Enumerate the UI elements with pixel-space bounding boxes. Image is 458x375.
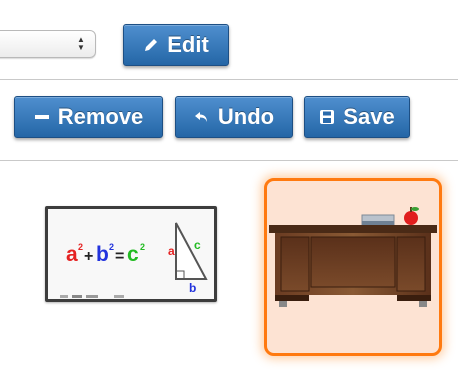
save-button[interactable]: Save <box>304 96 410 138</box>
edit-label: Edit <box>167 32 209 57</box>
svg-text:a: a <box>168 244 175 258</box>
remove-button[interactable]: Remove <box>14 96 163 138</box>
remove-label: Remove <box>57 104 144 129</box>
whiteboard-tile[interactable]: a 2 + b 2 = c 2 a c b <box>45 206 217 302</box>
svg-text:2: 2 <box>140 242 145 252</box>
select-arrows-icon: ▲ ▼ <box>77 35 85 52</box>
undo-icon <box>194 109 210 125</box>
svg-text:c: c <box>127 243 139 266</box>
undo-label: Undo <box>217 104 275 129</box>
svg-text:b: b <box>96 243 109 266</box>
save-icon <box>319 109 335 125</box>
whiteboard-image: a 2 + b 2 = c 2 a c b <box>48 209 214 299</box>
minus-icon <box>34 109 50 125</box>
svg-text:2: 2 <box>78 242 83 252</box>
object-select[interactable]: ▲ ▼ <box>0 30 96 58</box>
svg-text:a: a <box>66 243 78 266</box>
svg-text:c: c <box>194 238 201 252</box>
edit-button[interactable]: Edit <box>123 24 229 66</box>
svg-text:2: 2 <box>109 242 114 252</box>
desk-image <box>269 207 437 307</box>
desk-tile-selected[interactable] <box>264 178 442 356</box>
pencil-icon <box>143 37 159 53</box>
svg-text:=: = <box>115 248 124 265</box>
toolbar-divider-top <box>0 79 458 80</box>
save-label: Save <box>343 104 395 129</box>
toolbar-divider-bottom <box>0 160 458 161</box>
svg-text:b: b <box>189 281 196 295</box>
svg-text:+: + <box>84 248 93 265</box>
undo-button[interactable]: Undo <box>175 96 293 138</box>
